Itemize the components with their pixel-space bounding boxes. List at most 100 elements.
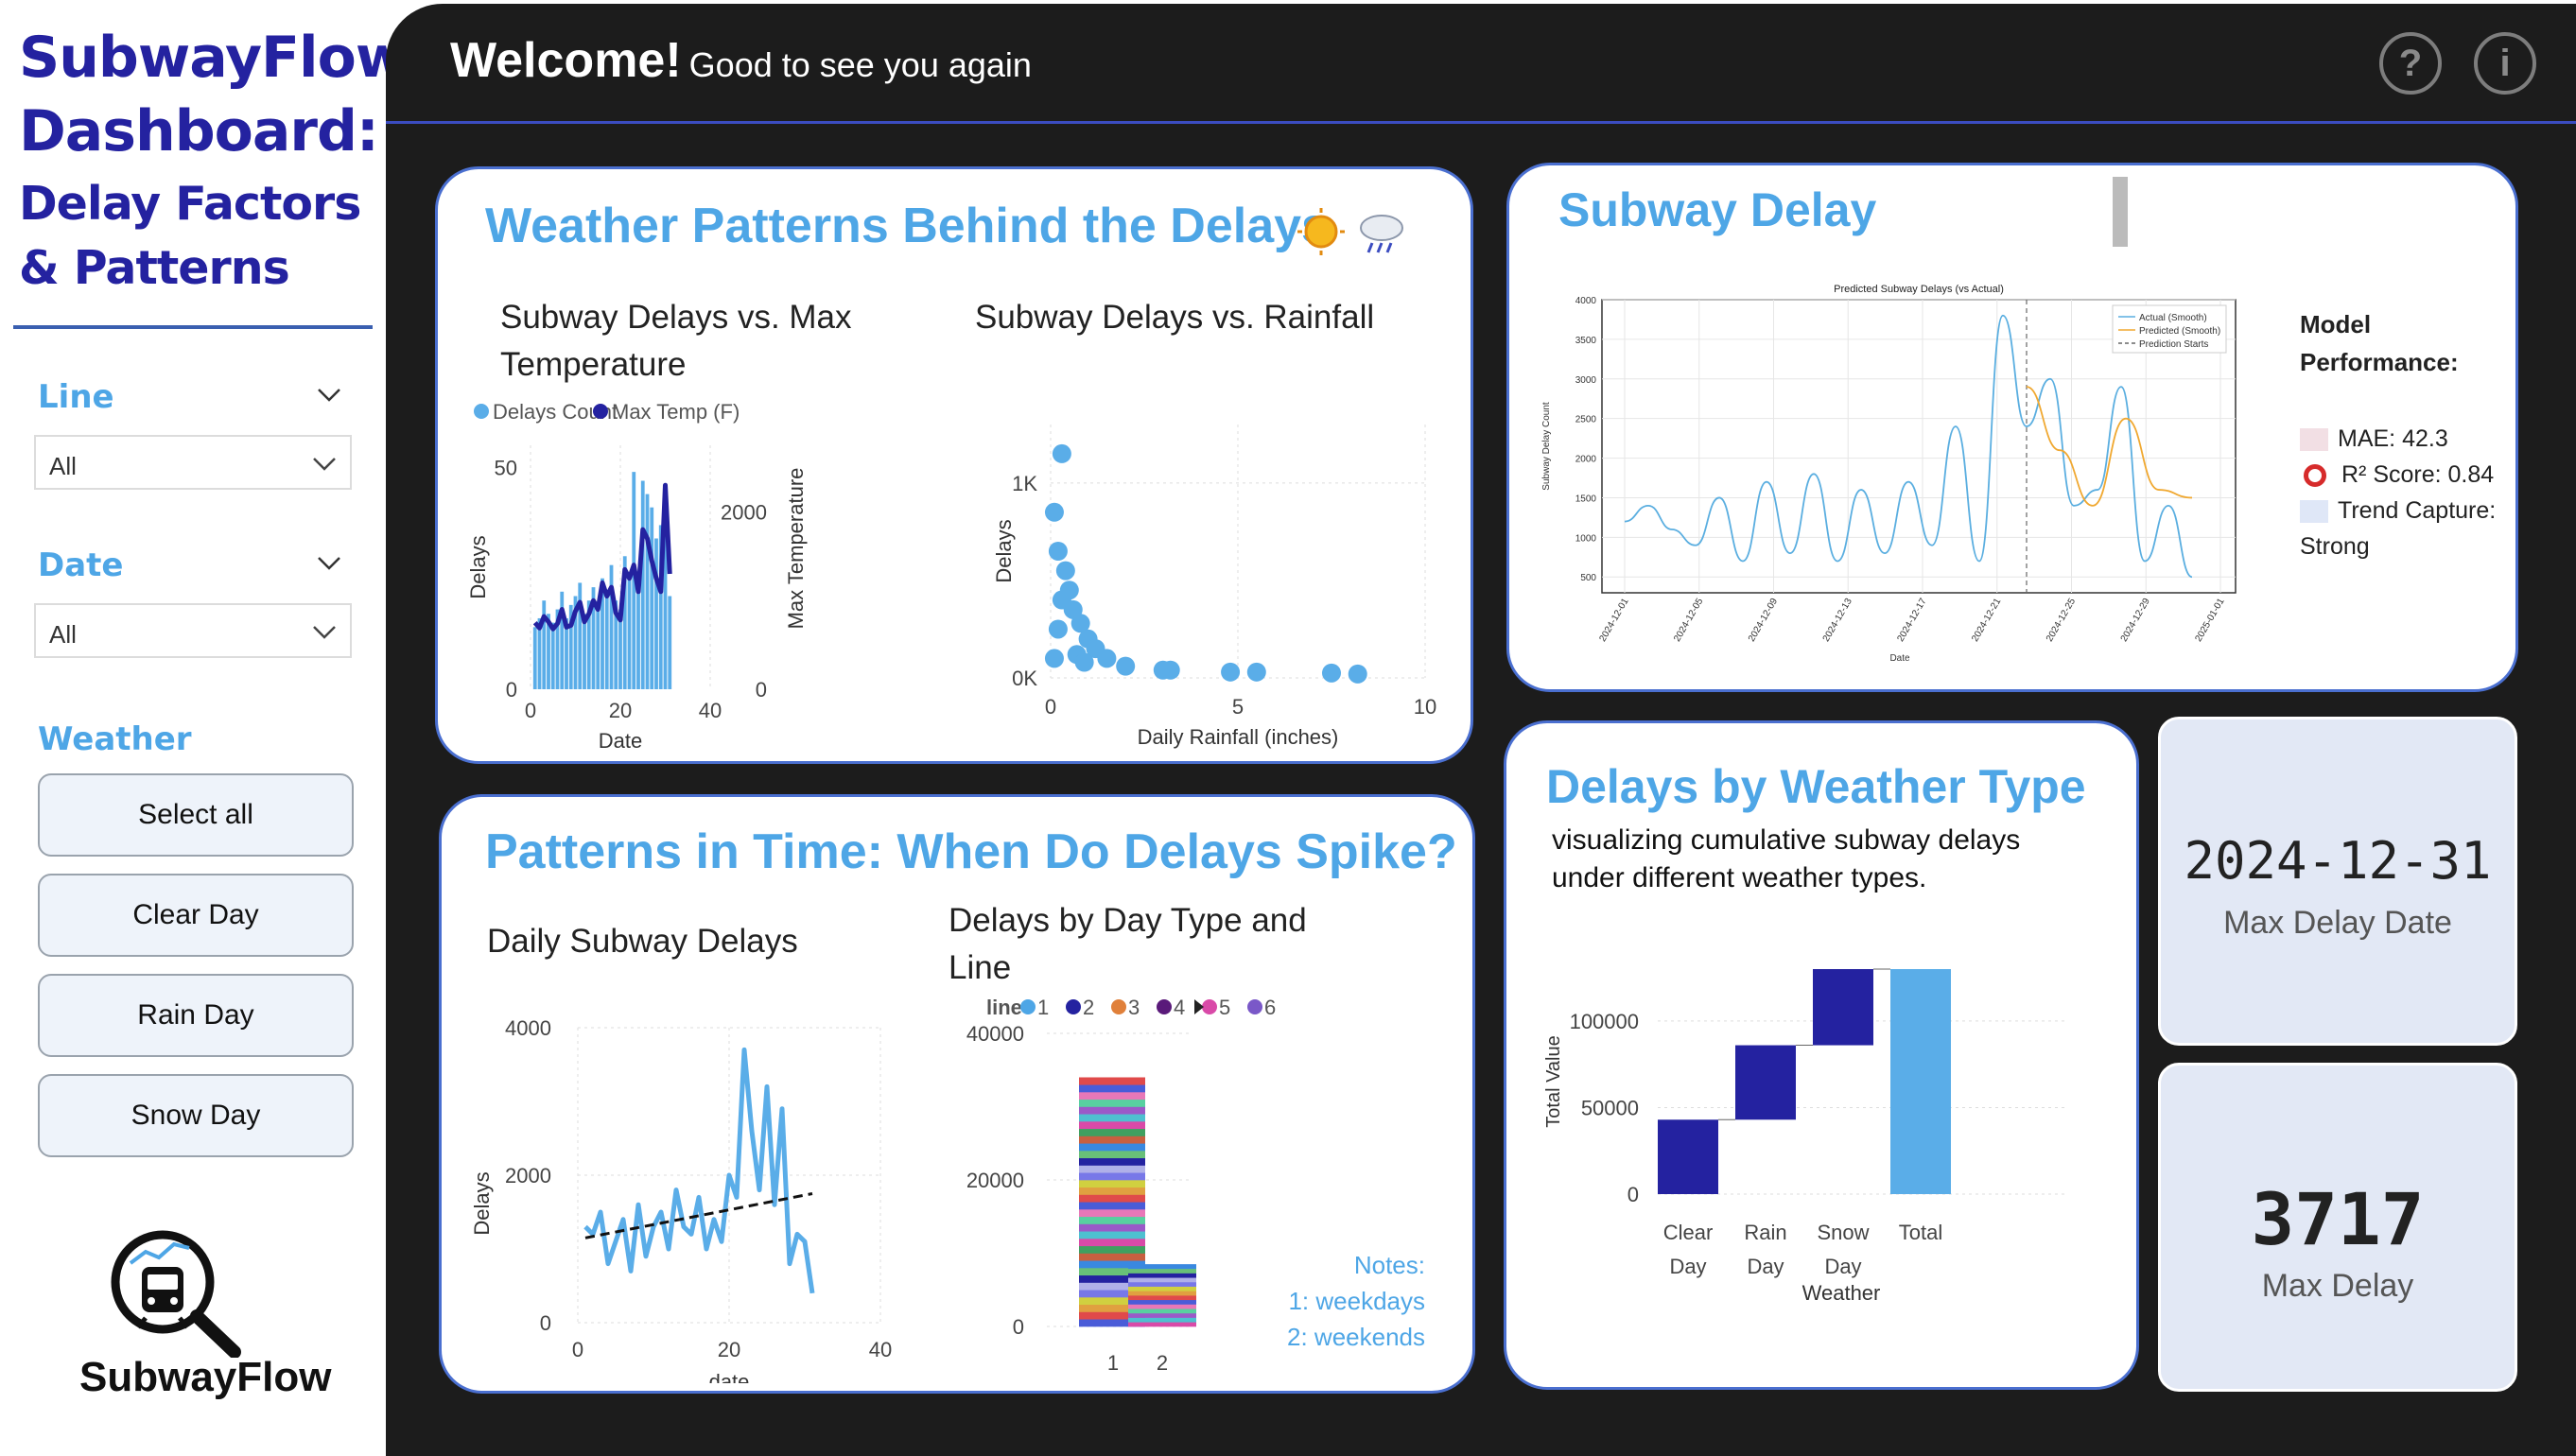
- x-axis-label: Date: [599, 729, 642, 753]
- sidebar: SubwayFlow Dashboard: Delay Factors & Pa…: [0, 0, 408, 1456]
- prediction-chart-title: Predicted Subway Delays (vs Actual): [1834, 284, 2004, 295]
- y-tick-label: 0: [1627, 1183, 1639, 1206]
- x-tick-label: 2024-12-29: [2119, 597, 2152, 644]
- chevron-down-icon[interactable]: [316, 550, 342, 577]
- stacked-bar-segment: [1128, 1312, 1196, 1318]
- welcome-header: Welcome! Good to see you again: [450, 32, 1032, 89]
- subway-delay-card: Subway Delay Predicted Subway Delays (vs…: [1506, 163, 2518, 692]
- stacked-bar-segment: [1128, 1295, 1196, 1301]
- welcome-title: Welcome!: [450, 33, 682, 88]
- bar-delays-count: [560, 591, 565, 689]
- legend-label: 1: [1037, 996, 1049, 1019]
- dashboard-title: SubwayFlow Dashboard:: [19, 21, 408, 168]
- line-filter-label: Line: [38, 378, 114, 416]
- scatter-point: [1322, 663, 1341, 683]
- stacked-bar-segment: [1079, 1180, 1145, 1188]
- y-tick-label: 1500: [1575, 494, 1597, 504]
- notes-title: Notes:: [1353, 1251, 1425, 1279]
- subway-delay-title: Subway Delay: [1558, 183, 1877, 236]
- x-tick-label: Snow: [1817, 1221, 1869, 1244]
- legend-label: 3: [1128, 996, 1140, 1019]
- max-delay-date-card: 2024-12-31 Max Delay Date: [2158, 717, 2517, 1046]
- temp-chart: Delays CountMax Temp (F)0 20 4005002000Dat…: [466, 400, 808, 753]
- stacked-bar-segment: [1128, 1264, 1196, 1270]
- stacked-bar-segment: [1079, 1135, 1145, 1144]
- chart-title-rain: Subway Delays vs. Rainfall: [975, 299, 1375, 336]
- stacked-bar-segment: [1079, 1253, 1145, 1261]
- weather-emoji-icons: [1297, 208, 1403, 255]
- weather-type-subtitle: visualizing cumulative subway delays und…: [1552, 822, 2020, 897]
- weather-patterns-title: Weather Patterns Behind the Delays: [485, 199, 1329, 253]
- stacked-bar-segment: [1079, 1187, 1145, 1195]
- weather-clear-day-button[interactable]: Clear Day: [38, 874, 354, 957]
- chevron-down-icon[interactable]: [316, 382, 342, 408]
- bar-delays-count: [609, 564, 614, 689]
- x-tick-label: Day: [1824, 1255, 1861, 1278]
- scatter-point: [1044, 649, 1064, 668]
- x-tick-label: Total: [1899, 1221, 1942, 1244]
- title-line-1: SubwayFlow: [19, 25, 408, 91]
- x-tick-label: 2024-12-13: [1821, 597, 1854, 644]
- chevron-down-icon: [313, 458, 336, 471]
- legend-marker: [1202, 999, 1217, 1014]
- x-axis-label: Weather: [1802, 1281, 1881, 1305]
- y-tick-label: 4000: [1575, 296, 1597, 306]
- y-tick-label: 40000: [966, 1022, 1024, 1046]
- legend-next-icon: [1194, 999, 1204, 1014]
- weather-type-title: Delays by Weather Type: [1546, 760, 2086, 813]
- scatter-point: [1097, 649, 1117, 668]
- title-line-3: Delay Factors: [19, 177, 361, 231]
- bar-delays-count: [636, 591, 640, 689]
- legend-label: Prediction Starts: [2139, 339, 2208, 350]
- scroll-handle[interactable]: [2113, 177, 2128, 247]
- y-tick-label: 0K: [1012, 667, 1037, 690]
- waterfall-bar: [1890, 969, 1951, 1194]
- legend-marker: [1111, 999, 1126, 1014]
- scatter-point: [1348, 664, 1367, 684]
- chevron-down-icon: [313, 626, 336, 639]
- stacked-bar-segment: [1079, 1121, 1145, 1130]
- x-tick-label: Clear: [1663, 1221, 1714, 1244]
- info-icon[interactable]: i: [2474, 32, 2536, 95]
- question-icon[interactable]: ?: [2379, 32, 2442, 95]
- weather-snow-day-button[interactable]: Snow Day: [38, 1074, 354, 1157]
- x-tick-label: Day: [1669, 1255, 1706, 1278]
- subtitle-line-2: under different weather types.: [1552, 862, 1927, 893]
- stacked-bar-segment: [1128, 1309, 1196, 1314]
- stacked-bar-segment: [1079, 1099, 1145, 1107]
- welcome-subtitle: Good to see you again: [688, 45, 1032, 84]
- subtitle-line-1: visualizing cumulative subway delays: [1552, 824, 2021, 856]
- date-select[interactable]: All: [34, 603, 352, 658]
- waterfall-bar: [1813, 969, 1873, 1046]
- weather-select-all-button[interactable]: Select all: [38, 773, 354, 857]
- x-axis-label: Daily Rainfall (inches): [1138, 725, 1339, 749]
- scatter-point: [1048, 619, 1068, 639]
- weather-type-card: Delays by Weather Type visualizing cumul…: [1504, 720, 2139, 1390]
- line-daily-delays: [583, 1047, 815, 1294]
- stacked-bar-segment: [1079, 1223, 1145, 1232]
- stacked-bar-segment: [1128, 1299, 1196, 1305]
- model-metrics: MAE: 42.3 R² Score: 0.84 Trend Capture: …: [2300, 421, 2496, 564]
- weather-rain-day-button[interactable]: Rain Day: [38, 974, 354, 1057]
- waterfall-chart: 0 50000 100000 Total Value Clear Day Rain Day Sn…: [1543, 968, 2064, 1305]
- stacked-bar-segment: [1079, 1077, 1145, 1085]
- legend-title: line: [986, 996, 1022, 1019]
- y-axis-label: Total Value: [1543, 1035, 1564, 1127]
- line-select[interactable]: All: [34, 435, 352, 490]
- stacked-bar-segment: [1079, 1165, 1145, 1173]
- stacked-bar-segment: [1079, 1084, 1145, 1093]
- bar-delays-count: [640, 480, 645, 689]
- title-line-4: & Patterns: [19, 241, 290, 295]
- y2-tick-label: 0: [756, 678, 767, 702]
- legend-marker: [1157, 999, 1172, 1014]
- stacked-bar-segment: [1079, 1157, 1145, 1166]
- title-line-2: Dashboard:: [19, 98, 379, 165]
- x-tick-label: 0: [572, 1338, 583, 1361]
- note-2: 2: weekends: [1287, 1323, 1425, 1351]
- daily-delays-chart: 0 20 40 0 2000 4000 date Delays: [470, 1016, 892, 1383]
- stacked-bar-segment: [1079, 1209, 1145, 1218]
- bar-delays-count: [654, 538, 658, 689]
- bar-delays-count: [668, 596, 672, 689]
- x-tick-label: 2025-01-01: [2193, 597, 2226, 644]
- dashboard-subtitle: Delay Factors & Patterns: [19, 172, 361, 301]
